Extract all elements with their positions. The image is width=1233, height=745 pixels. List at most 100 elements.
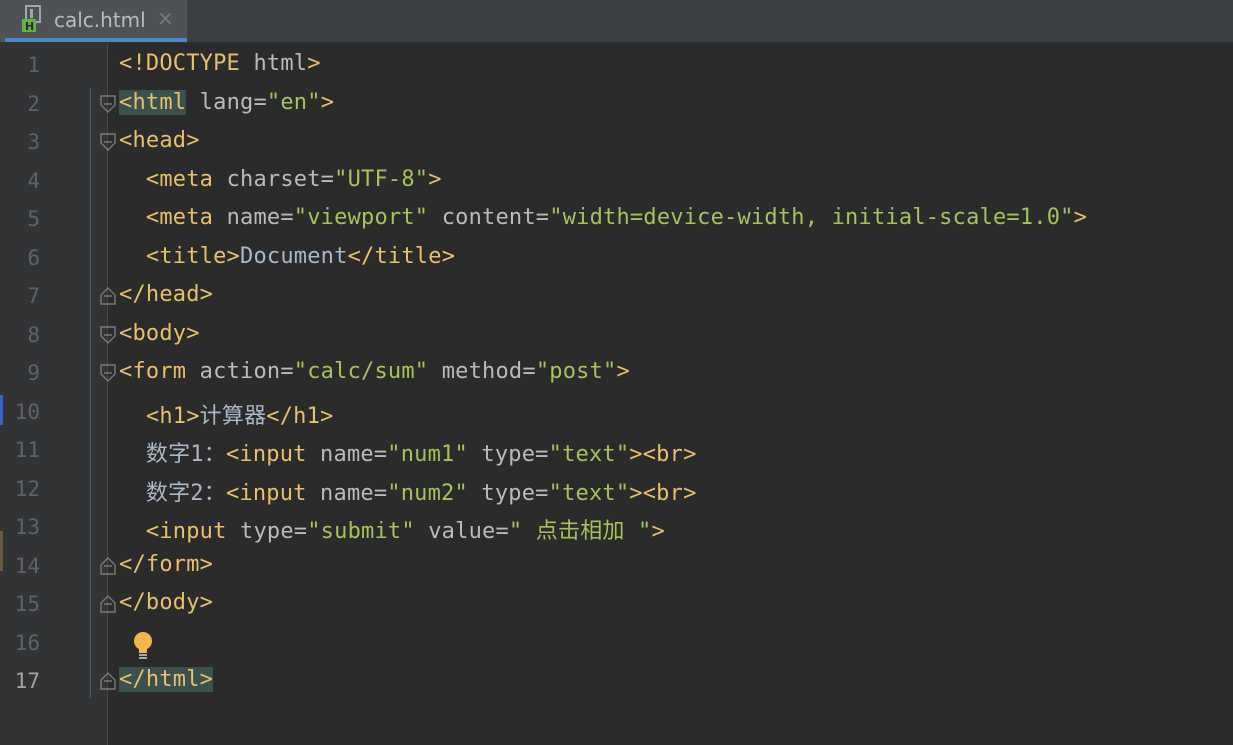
code-text: <input type="submit" value=" 点击相加 "> bbox=[119, 513, 665, 545]
code-token: 数字1： bbox=[119, 442, 226, 467]
code-token: <input bbox=[225, 442, 307, 467]
lightbulb-icon[interactable] bbox=[131, 631, 155, 661]
code-token: ><br> bbox=[629, 442, 697, 467]
code-token: Document bbox=[240, 243, 348, 269]
code-token: <input bbox=[119, 519, 227, 544]
code-token: </body> bbox=[119, 590, 214, 615]
code-token: "en" bbox=[266, 89, 321, 115]
code-text: 数字1：<input name="num1" type="text"><br> bbox=[119, 436, 697, 468]
code-token: lang= bbox=[186, 89, 267, 115]
code-token: 计算器 bbox=[199, 403, 267, 429]
code-token: "text" bbox=[548, 442, 630, 467]
code-editor[interactable]: 1 <!DOCTYPE html> 2 <html lang="en"> 3 <head>… bbox=[0, 43, 1233, 745]
code-token: "calc/sum" bbox=[293, 359, 429, 384]
code-token: > bbox=[307, 51, 321, 76]
active-tab-indicator bbox=[5, 38, 187, 42]
line-number: 9 bbox=[27, 361, 40, 385]
code-line[interactable]: 7 </head> bbox=[0, 276, 1233, 314]
code-line[interactable]: 9 <form action="calc/sum" method="post"> bbox=[0, 353, 1233, 391]
code-text: <body> bbox=[119, 321, 200, 346]
code-token: </html> bbox=[119, 667, 214, 692]
code-token: name= bbox=[306, 442, 388, 467]
code-line[interactable]: 11 数字1：<input name="num1" type="text"><b… bbox=[0, 430, 1233, 468]
code-line[interactable]: 2 <html lang="en"> bbox=[0, 84, 1233, 122]
code-text: <html lang="en"> bbox=[119, 89, 335, 115]
line-number: 4 bbox=[27, 168, 40, 193]
code-line[interactable]: 6 <title>Document</title> bbox=[0, 238, 1233, 276]
code-line[interactable]: 4 <meta charset="UTF-8"> bbox=[0, 161, 1233, 199]
code-token: name= bbox=[213, 205, 294, 230]
code-line[interactable]: 17 </html> bbox=[0, 661, 1233, 699]
code-token: <h1> bbox=[119, 403, 200, 429]
code-token: content= bbox=[428, 205, 550, 230]
line-number: 17 bbox=[14, 669, 40, 693]
line-number: 3 bbox=[27, 130, 40, 154]
code-token: <input bbox=[225, 480, 307, 506]
code-line[interactable]: 12 数字2：<input name="num2" type="text"><b… bbox=[0, 469, 1233, 507]
code-text: <form action="calc/sum" method="post"> bbox=[119, 359, 630, 384]
html-file-icon: H bbox=[22, 5, 41, 33]
code-text: 数字2：<input name="num2" type="text"><br> bbox=[119, 475, 697, 507]
code-token: " 点击相加 " bbox=[508, 519, 652, 544]
code-token: "num1" bbox=[387, 442, 468, 467]
code-text: <meta charset="UTF-8"> bbox=[119, 167, 442, 192]
code-token: <meta bbox=[119, 205, 214, 230]
tab-calc-html[interactable]: H calc.html × bbox=[0, 0, 187, 42]
code-line[interactable]: 1 <!DOCTYPE html> bbox=[0, 45, 1233, 83]
code-token: <form bbox=[119, 359, 187, 384]
code-text: </head> bbox=[119, 282, 213, 307]
line-number: 6 bbox=[27, 245, 40, 270]
tab-label: calc.html bbox=[54, 8, 146, 32]
code-text: <head> bbox=[119, 128, 200, 153]
line-number: 8 bbox=[27, 322, 40, 347]
code-token: > bbox=[320, 89, 335, 115]
code-text: <!DOCTYPE html> bbox=[119, 51, 321, 76]
code-token: > bbox=[651, 519, 665, 544]
fold-collapse-icon[interactable] bbox=[100, 325, 116, 344]
code-line[interactable]: 8 <body> bbox=[0, 315, 1233, 353]
svg-text:H: H bbox=[25, 20, 34, 33]
code-line[interactable]: 3 <head> bbox=[0, 122, 1233, 160]
fold-end-icon[interactable] bbox=[100, 287, 116, 305]
line-number: 15 bbox=[14, 592, 40, 616]
code-token: "post" bbox=[535, 359, 617, 384]
code-token: action= bbox=[186, 359, 294, 384]
code-token: ><br> bbox=[629, 480, 697, 506]
code-text: </html> bbox=[119, 667, 214, 692]
line-number: 16 bbox=[14, 630, 40, 655]
close-icon[interactable]: × bbox=[157, 6, 174, 30]
code-token: <html bbox=[119, 89, 187, 115]
fold-end-icon[interactable] bbox=[100, 672, 116, 690]
code-token: name= bbox=[306, 480, 388, 506]
code-token: </h1> bbox=[266, 403, 334, 429]
code-line[interactable]: 13 <input type="submit" value=" 点击相加 "> bbox=[0, 507, 1233, 545]
code-token: </title> bbox=[347, 243, 456, 269]
code-token: method= bbox=[428, 359, 536, 384]
code-token: type= bbox=[467, 442, 549, 467]
code-token: type= bbox=[226, 519, 308, 544]
code-line[interactable]: 15 </body> bbox=[0, 584, 1233, 622]
code-line[interactable]: 10 <h1>计算器</h1> bbox=[0, 392, 1233, 430]
fold-collapse-icon[interactable] bbox=[100, 94, 116, 113]
fold-end-icon[interactable] bbox=[100, 556, 116, 575]
line-number: 13 bbox=[14, 515, 40, 539]
fold-collapse-icon[interactable] bbox=[100, 364, 116, 382]
code-token: > bbox=[428, 166, 442, 192]
line-number: 2 bbox=[27, 91, 40, 116]
code-line[interactable]: 14 </form> bbox=[0, 546, 1233, 584]
code-token: <title> bbox=[119, 243, 241, 269]
code-token: value= bbox=[414, 519, 509, 544]
code-token: <head> bbox=[119, 128, 200, 153]
code-text: <h1>计算器</h1> bbox=[119, 398, 334, 430]
code-token: > bbox=[1073, 205, 1088, 230]
code-token: > bbox=[616, 359, 630, 384]
fold-collapse-icon[interactable] bbox=[100, 133, 116, 151]
code-line[interactable]: 5 <meta name="viewport" content="width=d… bbox=[0, 199, 1233, 237]
code-line[interactable]: 16 bbox=[0, 623, 1233, 661]
code-token: "submit" bbox=[307, 519, 415, 544]
code-token: </form> bbox=[119, 551, 214, 577]
fold-end-icon[interactable] bbox=[100, 595, 116, 613]
code-token: "text" bbox=[548, 480, 630, 506]
code-token: html bbox=[253, 51, 308, 76]
line-number: 7 bbox=[27, 284, 40, 308]
